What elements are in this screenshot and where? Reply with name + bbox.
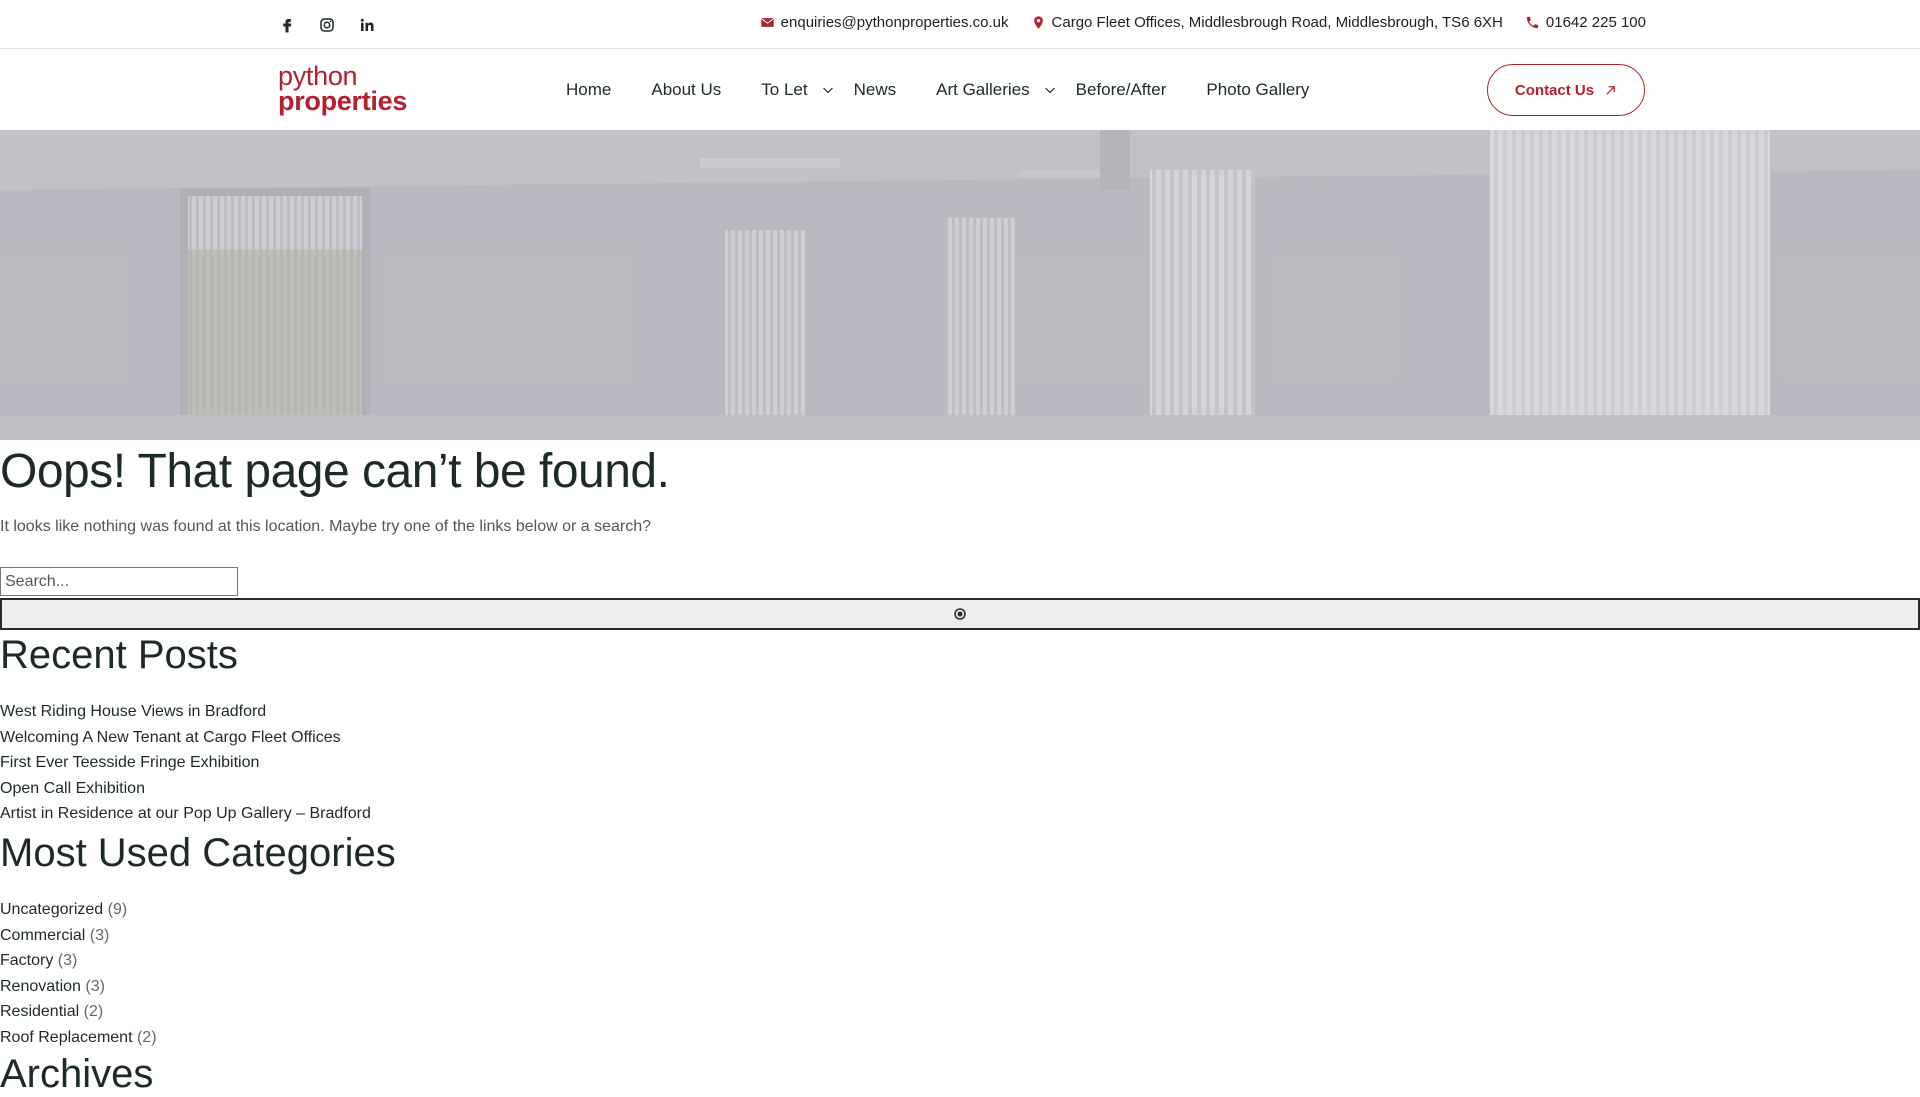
chevron-down-icon [1044, 87, 1055, 94]
nav-item-to-let-label: To Let [761, 80, 808, 99]
category-count: (9) [107, 901, 128, 918]
search-button[interactable] [0, 598, 1920, 630]
not-found-message: It looks like nothing was found at this … [0, 518, 652, 535]
category-link[interactable]: Roof Replacement [0, 1029, 133, 1046]
archives-heading: Archives [0, 1052, 154, 1096]
category-item: Roof Replacement (2) [0, 1025, 157, 1051]
main-nav: python properties Home About Us To Let N… [0, 49, 1920, 130]
logo-line-2: properties [278, 86, 408, 116]
phone-text: 01642 225 100 [1545, 14, 1646, 31]
logo[interactable]: python properties [278, 63, 408, 116]
category-item: Commercial (3) [0, 923, 157, 949]
category-item: Uncategorized (9) [0, 897, 157, 923]
page-title: Oops! That page can’t be found. [0, 445, 670, 498]
contact-us-label: Contact Us [1514, 81, 1595, 99]
category-count: (3) [85, 977, 105, 995]
arrow-up-right-icon [1606, 85, 1615, 95]
nav-item-home[interactable]: Home [566, 80, 611, 100]
recent-posts-heading: Recent Posts [0, 633, 238, 677]
nav-item-to-let[interactable]: To Let [761, 80, 833, 100]
social-links [278, 16, 376, 34]
category-link[interactable]: Uncategorized [0, 901, 103, 918]
category-count: (3) [89, 926, 110, 944]
contact-info: enquiries@pythonproperties.co.uk Cargo F… [760, 14, 1646, 31]
recent-posts-list: West Riding House Views in Bradford Welc… [0, 699, 371, 827]
envelope-icon [760, 15, 775, 30]
category-count: (3) [57, 952, 78, 970]
instagram-icon[interactable] [318, 16, 336, 34]
category-link[interactable]: Factory [0, 952, 53, 969]
facebook-icon[interactable] [278, 16, 296, 34]
recent-post-link[interactable]: Welcoming A New Tenant at Cargo Fleet Of… [0, 725, 371, 751]
nav-item-about-us[interactable]: About Us [651, 80, 721, 100]
chevron-down-icon [822, 87, 833, 94]
address-link[interactable]: Cargo Fleet Offices, Middlesbrough Road,… [1031, 14, 1503, 31]
contact-us-button[interactable]: Contact Us [1487, 64, 1645, 116]
category-count: (2) [136, 1028, 157, 1046]
search-icon [954, 608, 966, 620]
hero-overlay [0, 130, 1920, 440]
phone-link[interactable]: 01642 225 100 [1525, 14, 1646, 31]
category-link[interactable]: Commercial [0, 927, 85, 944]
category-item: Residential (2) [0, 999, 157, 1025]
email-text: enquiries@pythonproperties.co.uk [780, 14, 1009, 31]
phone-icon [1525, 15, 1540, 30]
category-count: (2) [83, 1003, 104, 1021]
categories-list: Uncategorized (9) Commercial (3) Factory… [0, 897, 157, 1051]
recent-post-link[interactable]: Artist in Residence at our Pop Up Galler… [0, 801, 371, 827]
nav-menu: Home About Us To Let News Art Galleries … [566, 80, 1309, 100]
email-link[interactable]: enquiries@pythonproperties.co.uk [760, 14, 1009, 31]
recent-post-link[interactable]: First Ever Teesside Fringe Exhibition [0, 750, 371, 776]
nav-item-news[interactable]: News [854, 80, 897, 100]
category-item: Renovation (3) [0, 974, 157, 1000]
recent-post-link[interactable]: Open Call Exhibition [0, 776, 371, 802]
categories-heading: Most Used Categories [0, 831, 396, 875]
address-text: Cargo Fleet Offices, Middlesbrough Road,… [1051, 14, 1503, 31]
hero-image [0, 130, 1920, 440]
category-link[interactable]: Renovation [0, 978, 81, 995]
linkedin-icon[interactable] [358, 16, 376, 34]
nav-item-art-galleries[interactable]: Art Galleries [936, 80, 1056, 100]
nav-item-art-galleries-label: Art Galleries [936, 80, 1030, 99]
recent-post-link[interactable]: West Riding House Views in Bradford [0, 699, 371, 725]
nav-item-photo-gallery[interactable]: Photo Gallery [1206, 80, 1309, 100]
search-input[interactable] [0, 567, 238, 596]
top-bar: enquiries@pythonproperties.co.uk Cargo F… [0, 0, 1920, 49]
nav-item-before-after[interactable]: Before/After [1076, 80, 1167, 100]
category-item: Factory (3) [0, 948, 157, 974]
category-link[interactable]: Residential [0, 1003, 79, 1020]
map-pin-icon [1031, 15, 1046, 30]
